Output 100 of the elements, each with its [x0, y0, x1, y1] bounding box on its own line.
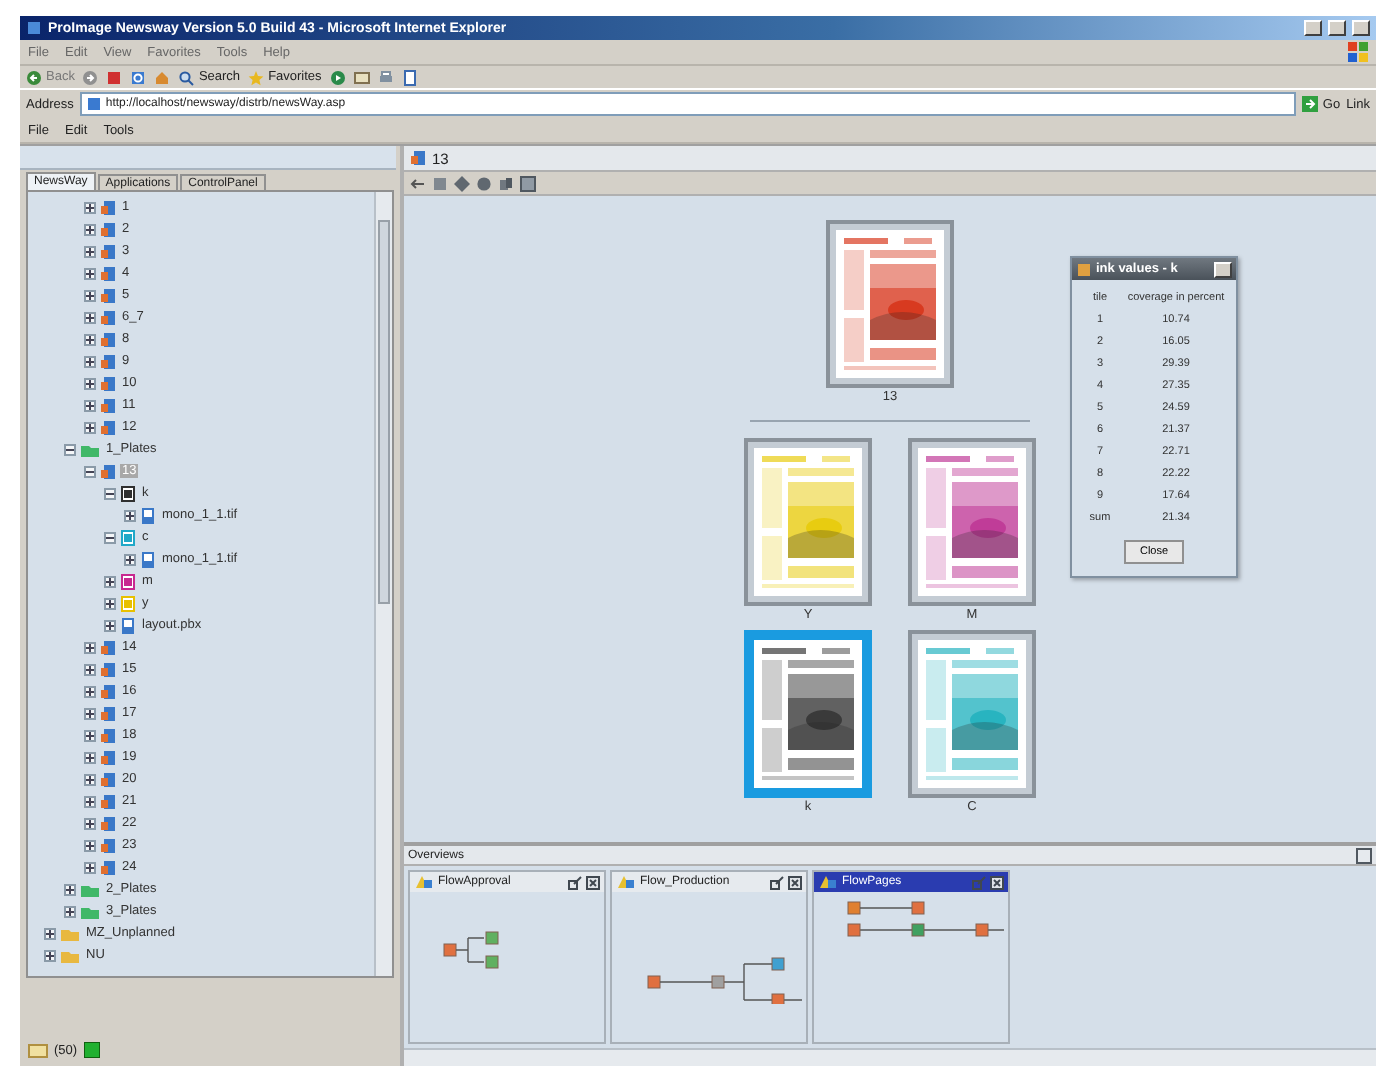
expand-toggle[interactable] — [84, 245, 96, 257]
expand-toggle[interactable] — [84, 773, 96, 785]
page-icon — [100, 793, 116, 809]
page-icon — [100, 639, 116, 655]
expand-toggle[interactable] — [84, 289, 96, 301]
expand-toggle[interactable] — [104, 575, 116, 587]
expand-toggle[interactable] — [84, 751, 96, 763]
windows-logo-icon — [1348, 42, 1368, 62]
page-icon — [100, 397, 116, 413]
page-icon — [100, 815, 116, 831]
scrollbar[interactable] — [404, 1048, 1376, 1066]
expand-toggle[interactable] — [84, 707, 96, 719]
expand-toggle[interactable] — [84, 267, 96, 279]
expand-toggle[interactable] — [84, 817, 96, 829]
flow-icon — [616, 874, 636, 890]
expand-toggle[interactable] — [84, 795, 96, 807]
page-icon — [100, 265, 116, 281]
separation-icon — [120, 485, 136, 501]
grid-icon — [520, 175, 536, 191]
expand-toggle[interactable] — [84, 663, 96, 675]
expand-toggle[interactable] — [84, 839, 96, 851]
toolbar-button[interactable] — [130, 69, 147, 85]
square-icon — [432, 175, 448, 191]
expand-toggle[interactable] — [124, 509, 136, 521]
file-icon — [120, 617, 136, 633]
page-icon — [100, 199, 116, 215]
page-icon — [100, 859, 116, 875]
expand-toggle[interactable] — [44, 927, 56, 939]
toolbar-button[interactable] — [401, 69, 418, 85]
expand-toggle[interactable] — [104, 597, 116, 609]
expand-toggle[interactable] — [84, 685, 96, 697]
page-icon — [100, 727, 116, 743]
mail-icon — [353, 69, 370, 85]
page-icon — [100, 287, 116, 303]
page-icon — [100, 771, 116, 787]
close-button[interactable] — [1352, 20, 1370, 36]
window-icon — [568, 875, 582, 889]
expand-toggle[interactable] — [104, 619, 116, 631]
expand-toggle[interactable] — [44, 949, 56, 961]
close-icon — [586, 875, 600, 889]
page-icon — [100, 837, 116, 853]
expand-toggle[interactable] — [84, 311, 96, 323]
refresh-icon — [130, 69, 147, 85]
page-icon — [100, 661, 116, 677]
expand-toggle[interactable] — [104, 531, 116, 543]
toolbar-button[interactable] — [353, 69, 370, 85]
window-icon — [972, 875, 986, 889]
arrow-icon — [1302, 96, 1319, 112]
app-icon — [1076, 261, 1092, 277]
flow-icon — [818, 874, 838, 890]
expand-toggle[interactable] — [64, 443, 76, 455]
close-icon — [788, 875, 802, 889]
page-icon — [100, 749, 116, 765]
page-icon — [100, 331, 116, 347]
page-icon — [100, 243, 116, 259]
stop-icon — [106, 69, 123, 85]
search-icon — [178, 69, 195, 85]
expand-toggle[interactable] — [104, 487, 116, 499]
expand-toggle[interactable] — [64, 883, 76, 895]
page-icon — [100, 463, 116, 479]
expand-toggle[interactable] — [84, 201, 96, 213]
circle-icon — [476, 175, 492, 191]
close-button[interactable] — [1214, 261, 1232, 277]
page-icon — [410, 150, 426, 166]
expand-toggle[interactable] — [84, 377, 96, 389]
mail-icon — [28, 1044, 48, 1058]
toolbar-button[interactable] — [82, 69, 99, 85]
expand-toggle[interactable] — [84, 355, 96, 367]
expand-toggle[interactable] — [84, 861, 96, 873]
expand-toggle[interactable] — [84, 641, 96, 653]
window-icon — [770, 875, 784, 889]
page-icon — [100, 353, 116, 369]
expand-toggle[interactable] — [84, 729, 96, 741]
flow-icon — [414, 874, 434, 890]
toolbar-button[interactable] — [377, 69, 394, 85]
expand-toggle[interactable] — [84, 223, 96, 235]
page-icon — [85, 96, 102, 112]
scrollbar[interactable] — [374, 192, 392, 976]
expand-toggle[interactable] — [84, 465, 96, 477]
pages-icon — [498, 175, 514, 191]
arrow-icon — [410, 175, 426, 191]
toolbar-button[interactable] — [106, 69, 123, 85]
expand-toggle[interactable] — [124, 553, 136, 565]
page-icon — [100, 705, 116, 721]
separation-icon — [120, 529, 136, 545]
close-icon — [990, 875, 1004, 889]
home-icon — [154, 69, 171, 85]
app-icon — [26, 20, 42, 36]
page-icon — [100, 375, 116, 391]
printer-icon — [377, 69, 394, 85]
page-icon — [100, 683, 116, 699]
toolbar-button[interactable] — [329, 69, 346, 85]
expand-toggle[interactable] — [84, 421, 96, 433]
minimize-button[interactable] — [1304, 20, 1322, 36]
expand-toggle[interactable] — [64, 905, 76, 917]
maximize-button[interactable] — [1328, 20, 1346, 36]
expand-toggle[interactable] — [84, 333, 96, 345]
file-icon — [140, 507, 156, 523]
plate-folder-icon — [80, 441, 100, 457]
expand-toggle[interactable] — [84, 399, 96, 411]
